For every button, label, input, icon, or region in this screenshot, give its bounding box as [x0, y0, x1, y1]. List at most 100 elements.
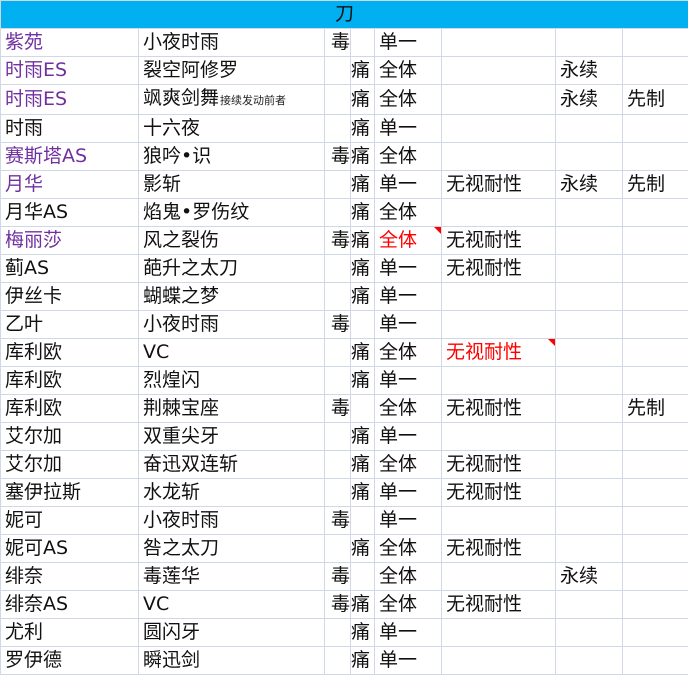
cell-name[interactable]: 艾尔加 [1, 451, 139, 479]
cell-poison[interactable] [325, 423, 351, 451]
cell-name[interactable]: 时雨 [1, 115, 139, 143]
cell-permanent[interactable] [556, 647, 623, 675]
cell-ignore-resist[interactable]: 无视耐性 [442, 591, 556, 619]
cell-ignore-resist[interactable] [442, 115, 556, 143]
cell-poison[interactable] [325, 647, 351, 675]
cell-name[interactable]: 蓟AS [1, 255, 139, 283]
cell-skill[interactable]: 小夜时雨 [139, 29, 325, 57]
cell-preemptive[interactable] [623, 115, 688, 143]
cell-name[interactable]: 库利欧 [1, 339, 139, 367]
cell-name[interactable]: 库利欧 [1, 367, 139, 395]
cell-pain[interactable]: 痛 [351, 143, 375, 171]
cell-name[interactable]: 月华 [1, 171, 139, 199]
cell-skill[interactable]: VC [139, 591, 325, 619]
cell-scope[interactable]: 全体 [375, 227, 442, 255]
cell-skill[interactable]: 狼吟•识 [139, 143, 325, 171]
cell-scope[interactable]: 全体 [375, 57, 442, 85]
cell-skill[interactable]: 荆棘宝座 [139, 395, 325, 423]
title-cell[interactable]: 刀 [1, 1, 688, 29]
cell-pain[interactable]: 痛 [351, 255, 375, 283]
cell-pain[interactable]: 痛 [351, 57, 375, 85]
cell-ignore-resist[interactable] [442, 85, 556, 115]
cell-ignore-resist[interactable] [442, 563, 556, 591]
cell-scope[interactable]: 全体 [375, 339, 442, 367]
cell-scope[interactable]: 单一 [375, 619, 442, 647]
cell-preemptive[interactable] [623, 591, 688, 619]
cell-pain[interactable]: 痛 [351, 591, 375, 619]
cell-scope[interactable]: 单一 [375, 647, 442, 675]
cell-permanent[interactable] [556, 339, 623, 367]
cell-name[interactable]: 月华AS [1, 199, 139, 227]
cell-preemptive[interactable] [623, 339, 688, 367]
cell-ignore-resist[interactable] [442, 507, 556, 535]
cell-ignore-resist[interactable] [442, 29, 556, 57]
cell-permanent[interactable] [556, 423, 623, 451]
cell-name[interactable]: 梅丽莎 [1, 227, 139, 255]
cell-poison[interactable] [325, 115, 351, 143]
cell-ignore-resist[interactable] [442, 143, 556, 171]
cell-preemptive[interactable] [623, 227, 688, 255]
cell-pain[interactable] [351, 563, 375, 591]
cell-permanent[interactable] [556, 591, 623, 619]
cell-skill[interactable]: 葩升之太刀 [139, 255, 325, 283]
cell-poison[interactable] [325, 283, 351, 311]
cell-scope[interactable]: 全体 [375, 591, 442, 619]
cell-name[interactable]: 伊丝卡 [1, 283, 139, 311]
cell-poison[interactable] [325, 57, 351, 85]
cell-poison[interactable] [325, 85, 351, 115]
cell-preemptive[interactable]: 先制 [623, 171, 688, 199]
cell-ignore-resist[interactable] [442, 311, 556, 339]
cell-skill[interactable]: 风之裂伤 [139, 227, 325, 255]
cell-ignore-resist[interactable] [442, 619, 556, 647]
cell-permanent[interactable] [556, 255, 623, 283]
cell-pain[interactable]: 痛 [351, 85, 375, 115]
cell-scope[interactable]: 单一 [375, 367, 442, 395]
cell-name[interactable]: 赛斯塔AS [1, 143, 139, 171]
cell-permanent[interactable] [556, 367, 623, 395]
cell-poison[interactable] [325, 619, 351, 647]
cell-permanent[interactable] [556, 311, 623, 339]
cell-name[interactable]: 尤利 [1, 619, 139, 647]
cell-ignore-resist[interactable] [442, 367, 556, 395]
cell-permanent[interactable] [556, 283, 623, 311]
cell-permanent[interactable] [556, 479, 623, 507]
cell-scope[interactable]: 单一 [375, 507, 442, 535]
cell-pain[interactable]: 痛 [351, 479, 375, 507]
cell-skill[interactable]: 十六夜 [139, 115, 325, 143]
cell-name[interactable]: 绯奈AS [1, 591, 139, 619]
cell-name[interactable]: 紫苑 [1, 29, 139, 57]
cell-poison[interactable] [325, 339, 351, 367]
cell-pain[interactable]: 痛 [351, 115, 375, 143]
cell-poison[interactable]: 毒 [325, 395, 351, 423]
cell-name[interactable]: 时雨ES [1, 85, 139, 115]
cell-permanent[interactable] [556, 143, 623, 171]
cell-scope[interactable]: 全体 [375, 535, 442, 563]
cell-poison[interactable]: 毒 [325, 507, 351, 535]
cell-pain[interactable]: 痛 [351, 339, 375, 367]
cell-skill[interactable]: 蝴蝶之梦 [139, 283, 325, 311]
cell-scope[interactable]: 全体 [375, 395, 442, 423]
cell-preemptive[interactable] [623, 283, 688, 311]
cell-preemptive[interactable] [623, 29, 688, 57]
cell-scope[interactable]: 单一 [375, 115, 442, 143]
cell-scope[interactable]: 全体 [375, 451, 442, 479]
cell-permanent[interactable] [556, 451, 623, 479]
cell-ignore-resist[interactable] [442, 423, 556, 451]
cell-poison[interactable]: 毒 [325, 591, 351, 619]
cell-preemptive[interactable] [623, 57, 688, 85]
cell-permanent[interactable] [556, 29, 623, 57]
cell-ignore-resist[interactable]: 无视耐性 [442, 255, 556, 283]
cell-skill[interactable]: 小夜时雨 [139, 507, 325, 535]
cell-permanent[interactable] [556, 199, 623, 227]
cell-name[interactable]: 库利欧 [1, 395, 139, 423]
cell-poison[interactable]: 毒 [325, 29, 351, 57]
cell-preemptive[interactable] [623, 619, 688, 647]
cell-name[interactable]: 乙叶 [1, 311, 139, 339]
cell-permanent[interactable] [556, 115, 623, 143]
cell-permanent[interactable]: 永续 [556, 563, 623, 591]
cell-preemptive[interactable] [623, 311, 688, 339]
cell-scope[interactable]: 单一 [375, 311, 442, 339]
cell-skill[interactable]: 奋迅双连斩 [139, 451, 325, 479]
cell-preemptive[interactable] [623, 367, 688, 395]
cell-skill[interactable]: 水龙斩 [139, 479, 325, 507]
